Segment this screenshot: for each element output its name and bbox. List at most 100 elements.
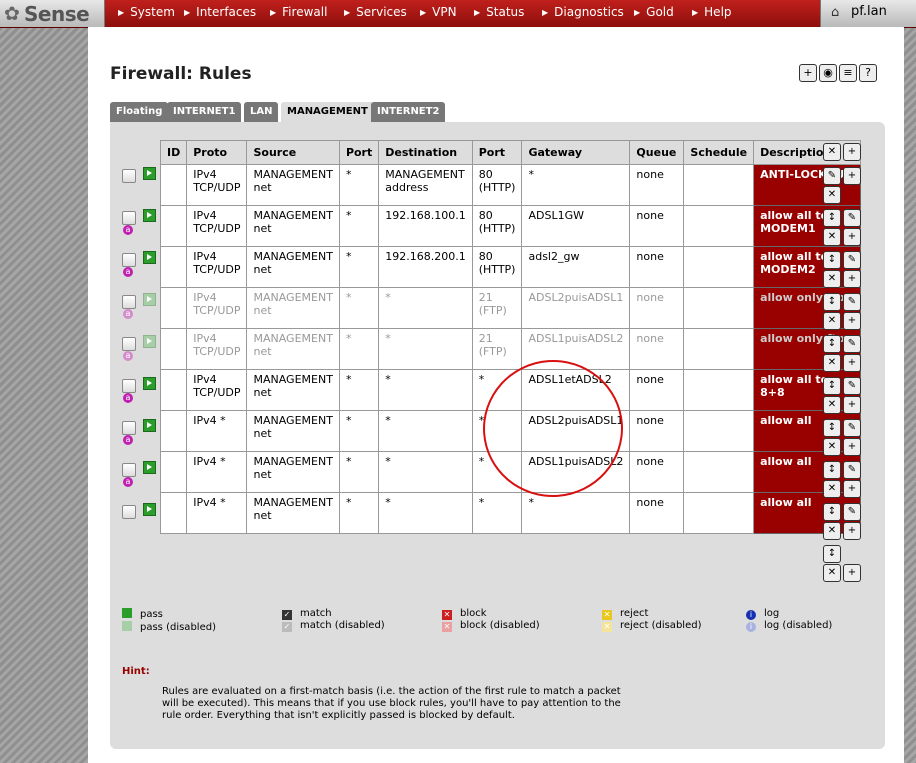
- add-rule-icon[interactable]: +: [843, 396, 861, 414]
- add-icon[interactable]: +: [799, 64, 817, 82]
- add-rule-icon[interactable]: +: [843, 312, 861, 330]
- rule-select-checkbox[interactable]: [122, 463, 136, 477]
- delete-rule-icon[interactable]: ✕: [823, 186, 841, 204]
- pass-icon[interactable]: [143, 335, 156, 348]
- edit-rule-icon[interactable]: ✎: [843, 209, 861, 227]
- edit-rule-icon[interactable]: ✎: [843, 377, 861, 395]
- move-rule-icon[interactable]: ↕: [823, 419, 841, 437]
- list-icon[interactable]: ≡: [839, 64, 857, 82]
- column-header[interactable]: Source: [246, 140, 340, 165]
- edit-rule-icon[interactable]: ✎: [843, 251, 861, 269]
- column-header[interactable]: ID: [159, 140, 188, 165]
- delete-rule-icon[interactable]: ✕: [823, 438, 841, 456]
- edit-rule-icon[interactable]: ✎: [843, 419, 861, 437]
- add-new-rule-icon[interactable]: +: [843, 143, 861, 161]
- delete-rule-icon[interactable]: ✕: [823, 270, 841, 288]
- pass-icon[interactable]: [143, 167, 156, 180]
- table-row[interactable]: IPv4 TCP/UDP MANAGEMENT net * * 21 (FTP) ADSL…: [159, 287, 862, 329]
- column-header[interactable]: Destination: [378, 140, 473, 165]
- column-header[interactable]: Port: [338, 140, 380, 165]
- add-rule-icon[interactable]: +: [843, 228, 861, 246]
- rule-select-checkbox[interactable]: [122, 253, 136, 267]
- table-row[interactable]: IPv4 TCP/UDP MANAGEMENT net * 192.168.200.1…: [159, 246, 862, 288]
- add-new-rule-icon[interactable]: +: [843, 564, 861, 582]
- menu-firewall[interactable]: ▶ Firewall: [270, 5, 327, 19]
- delete-selected-icon[interactable]: ✕: [823, 143, 841, 161]
- pass-icon[interactable]: [143, 377, 156, 390]
- tab-floating[interactable]: Floating: [110, 102, 169, 122]
- move-to-end-icon[interactable]: ↕: [823, 545, 841, 563]
- edit-rule-icon[interactable]: ✎: [843, 335, 861, 353]
- rule-select-checkbox[interactable]: [122, 421, 136, 435]
- menu-help[interactable]: ▶ Help: [692, 5, 732, 19]
- edit-rule-icon[interactable]: ✎: [823, 167, 841, 185]
- move-rule-icon[interactable]: ↕: [823, 209, 841, 227]
- add-rule-icon[interactable]: +: [843, 522, 861, 540]
- rule-proto: IPv4 TCP/UDP: [186, 205, 248, 247]
- legend-pass: pass pass (disabled): [122, 608, 216, 634]
- pass-icon[interactable]: [143, 503, 156, 516]
- move-rule-icon[interactable]: ↕: [823, 461, 841, 479]
- menu-services[interactable]: ▶ Services: [344, 5, 407, 19]
- rule-gateway: *: [521, 492, 631, 534]
- add-rule-icon[interactable]: +: [843, 270, 861, 288]
- delete-rule-icon[interactable]: ✕: [823, 396, 841, 414]
- rule-select-checkbox[interactable]: [122, 295, 136, 309]
- delete-rule-icon[interactable]: ✕: [823, 228, 841, 246]
- pass-icon[interactable]: [143, 461, 156, 474]
- column-header[interactable]: Queue: [629, 140, 685, 165]
- help-icon[interactable]: ?: [859, 64, 877, 82]
- edit-rule-icon[interactable]: ✎: [843, 503, 861, 521]
- pass-icon[interactable]: [143, 251, 156, 264]
- rule-id: [159, 287, 188, 329]
- add-rule-icon[interactable]: +: [843, 354, 861, 372]
- column-header[interactable]: Gateway: [521, 140, 631, 165]
- pass-icon[interactable]: [143, 293, 156, 306]
- menu-status[interactable]: ▶ Status: [474, 5, 524, 19]
- add-rule-icon[interactable]: +: [843, 480, 861, 498]
- move-rule-icon[interactable]: ↕: [823, 251, 841, 269]
- rule-select-checkbox[interactable]: [122, 337, 136, 351]
- pass-icon[interactable]: [143, 419, 156, 432]
- edit-rule-icon[interactable]: ✎: [843, 293, 861, 311]
- edit-rule-icon[interactable]: ✎: [843, 461, 861, 479]
- table-row[interactable]: IPv4 * MANAGEMENT net * * * * none allow all: [159, 492, 862, 534]
- rule-select-checkbox[interactable]: [122, 211, 136, 225]
- move-rule-icon[interactable]: ↕: [823, 377, 841, 395]
- tab-management[interactable]: MANAGEMENT: [281, 102, 374, 123]
- rule-select-checkbox[interactable]: [122, 379, 136, 393]
- move-rule-icon[interactable]: ↕: [823, 335, 841, 353]
- menu-gold[interactable]: ▶ Gold: [634, 5, 674, 19]
- tab-lan[interactable]: LAN: [244, 102, 279, 122]
- tab-internet1[interactable]: INTERNET1: [167, 102, 242, 122]
- log-icon[interactable]: ◉: [819, 64, 837, 82]
- rule-source-port: *: [338, 410, 380, 452]
- rule-select-checkbox[interactable]: [122, 169, 136, 183]
- column-header[interactable]: Port: [471, 140, 523, 165]
- move-rule-icon[interactable]: ↕: [823, 503, 841, 521]
- pass-icon[interactable]: [143, 209, 156, 222]
- delete-rule-icon[interactable]: ✕: [823, 312, 841, 330]
- pfsense-logo[interactable]: ✿ Sense: [0, 0, 105, 27]
- tab-internet2[interactable]: INTERNET2: [371, 102, 446, 122]
- hostname-box[interactable]: ⌂ pf.lan: [820, 0, 916, 27]
- delete-rule-icon[interactable]: ✕: [823, 354, 841, 372]
- table-row[interactable]: IPv4 TCP/UDP MANAGEMENT net * 192.168.100.1…: [159, 205, 862, 247]
- add-rule-icon[interactable]: +: [843, 167, 861, 185]
- column-header[interactable]: Proto: [186, 140, 248, 165]
- add-rule-icon[interactable]: +: [843, 438, 861, 456]
- menu-system[interactable]: ▶ System: [118, 5, 175, 19]
- delete-rule-icon[interactable]: ✕: [823, 522, 841, 540]
- menu-vpn[interactable]: ▶ VPN: [420, 5, 457, 19]
- table-row[interactable]: IPv4 TCP/UDP MANAGEMENT net * MANAGEMENT ad…: [159, 164, 862, 206]
- menu-diagnostics[interactable]: ▶ Diagnostics: [542, 5, 624, 19]
- table-row[interactable]: IPv4 TCP/UDP MANAGEMENT net * * 21 (FTP) ADSL…: [159, 328, 862, 370]
- menu-interfaces[interactable]: ▶ Interfaces: [184, 5, 256, 19]
- column-header[interactable]: Schedule: [683, 140, 755, 165]
- move-rule-icon[interactable]: ↕: [823, 293, 841, 311]
- delete-rule-icon[interactable]: ✕: [823, 480, 841, 498]
- delete-selected-icon[interactable]: ✕: [823, 564, 841, 582]
- rule-id: [159, 451, 188, 493]
- rule-select-checkbox[interactable]: [122, 505, 136, 519]
- rule-source-port: *: [338, 369, 380, 411]
